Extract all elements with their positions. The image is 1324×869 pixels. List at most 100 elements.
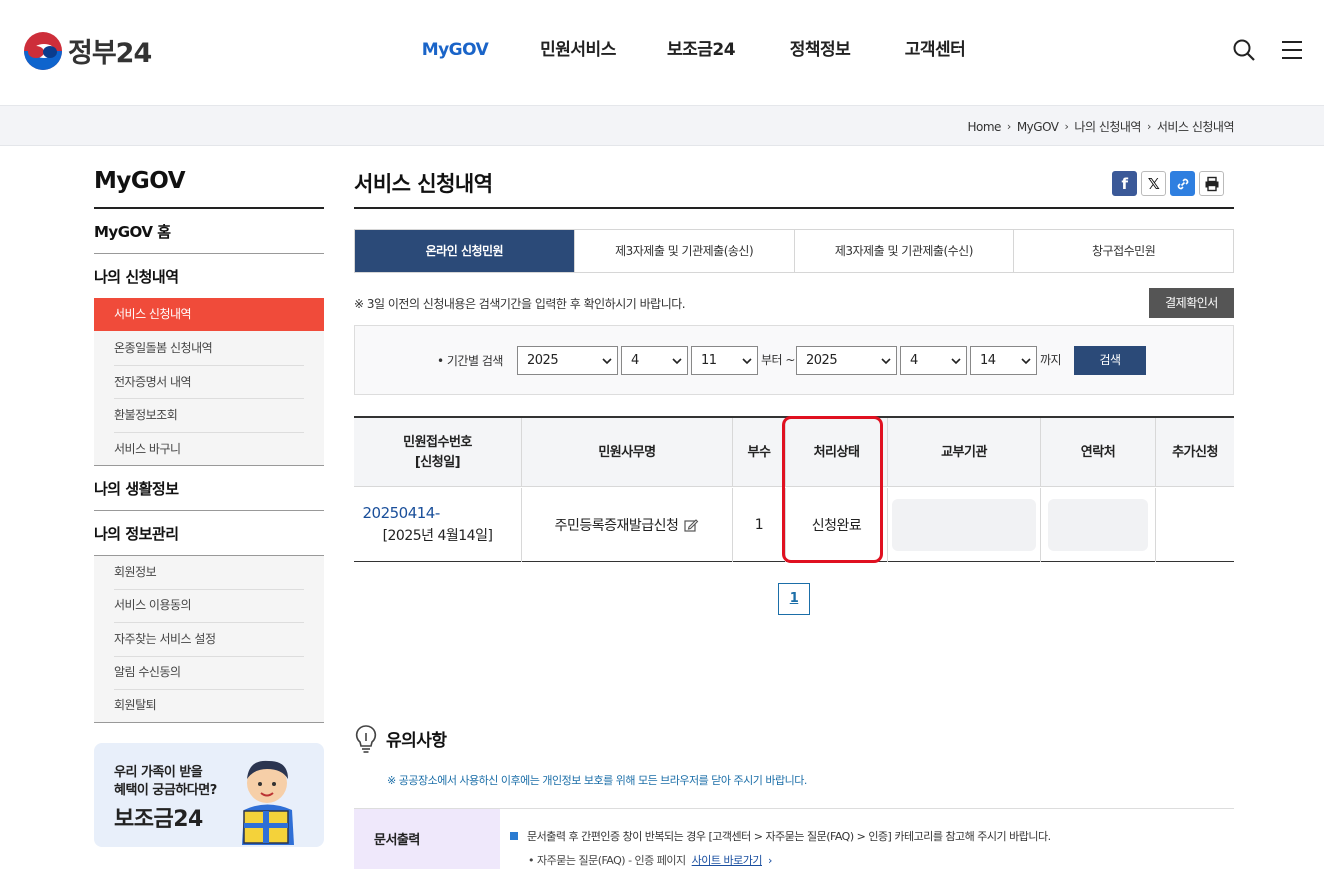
chevron-down-icon (1021, 358, 1031, 365)
sidebar-sub-member-info[interactable]: 회원정보 (94, 556, 324, 589)
nav-customer-center[interactable]: 고객센터 (880, 36, 990, 64)
chevron-right-icon: › (768, 854, 772, 867)
chevron-down-icon (951, 358, 961, 365)
breadcrumb-bar: Home › MyGOV › 나의 신청내역 › 서비스 신청내역 (0, 106, 1324, 146)
divider (94, 207, 324, 209)
sidebar-item-mygov-home[interactable]: MyGOV 홈 (94, 221, 324, 242)
notes-row-label: 문서출력 (354, 809, 500, 869)
header-service-name: 민원사무명 (521, 418, 732, 487)
search-icon[interactable] (1232, 38, 1256, 62)
tab-counter-applications[interactable]: 창구접수민원 (1013, 230, 1233, 272)
to-month-select[interactable]: 4 (900, 346, 967, 375)
service-name[interactable]: 주민등록증재발급신청 (555, 515, 679, 535)
x-icon[interactable]: 𝕏 (1141, 171, 1166, 196)
facebook-icon[interactable]: f (1112, 171, 1137, 196)
main-nav: MyGOV 민원서비스 보조금24 정책정보 고객센터 (396, 36, 990, 64)
from-month-select[interactable]: 4 (621, 346, 688, 375)
payment-confirmation-button[interactable]: 결제확인서 (1149, 288, 1234, 318)
tab-online-applications[interactable]: 온라인 신청민원 (355, 230, 574, 272)
redacted-block (1048, 499, 1148, 551)
subsidy24-banner[interactable]: 우리 가족이 받을 혜택이 궁금하다면? 보조금24 (94, 743, 324, 847)
from-suffix: 부터 ~ (761, 353, 795, 367)
from-year-select[interactable]: 2025 (517, 346, 618, 375)
banner-line2: 혜택이 궁금하다면? (114, 783, 217, 798)
cell-additional-request (1155, 488, 1234, 562)
notes-faq-text: • 자주묻는 질문(FAQ) - 인증 페이지 (528, 854, 686, 867)
from-day-select[interactable]: 11 (691, 346, 758, 375)
notes-privacy-notice: ※ 공공장소에서 사용하신 이후에는 개인정보 보호를 위해 모든 브라우저를 … (387, 774, 807, 787)
divider (94, 253, 324, 254)
page-button-1[interactable]: 1 (778, 583, 810, 615)
sidebar-sub-service-basket[interactable]: 서비스 바구니 (94, 433, 324, 466)
nav-subsidy24[interactable]: 보조금24 (642, 36, 760, 64)
header-additional-request: 추가신청 (1155, 418, 1234, 487)
divider (94, 465, 324, 466)
taegeuk-logo-icon (24, 31, 62, 70)
notes-row-faq: • 자주묻는 질문(FAQ) - 인증 페이지 사이트 바로가기 › (528, 852, 772, 868)
divider (354, 207, 1234, 209)
site-logo[interactable]: 정부24 (24, 31, 152, 70)
tab-third-party-received[interactable]: 제3자제출 및 기관제출(수신) (793, 230, 1014, 272)
logo-text: 정부24 (68, 38, 152, 69)
header-copies: 부수 (732, 418, 785, 487)
chevron-right-icon: › (1146, 120, 1151, 133)
nav-mygov[interactable]: MyGOV (396, 36, 514, 64)
breadcrumb-my-applications[interactable]: 나의 신청내역 (1074, 118, 1141, 135)
redacted-block (892, 499, 1036, 551)
header-receipt-number: 민원접수번호 [신청일] (403, 434, 472, 470)
chevron-down-icon (672, 358, 682, 365)
menu-icon[interactable] (1280, 38, 1304, 62)
to-day-select[interactable]: 14 (970, 346, 1037, 375)
divider (94, 722, 324, 723)
from-month-value: 4 (631, 353, 639, 368)
chevron-right-icon: › (1064, 120, 1069, 133)
to-year-value: 2025 (806, 353, 838, 368)
lightbulb-icon (355, 725, 377, 753)
chevron-down-icon (602, 358, 612, 365)
sidebar-sub-all-day-care[interactable]: 온종일돌봄 신청내역 (94, 332, 324, 365)
notes-row-text: 문서출력 후 간편인증 창이 반복되는 경우 [고객센터 > 자주묻는 질문(F… (510, 828, 1051, 844)
breadcrumb-home[interactable]: Home (967, 120, 1001, 134)
search-button[interactable]: 검색 (1074, 346, 1146, 375)
status-highlight-box (782, 416, 883, 563)
share-toolbar: f 𝕏 (1112, 171, 1224, 196)
application-tabs: 온라인 신청민원 제3자제출 및 기관제출(송신) 제3자제출 및 기관제출(수… (354, 229, 1234, 273)
from-day-value: 11 (701, 353, 717, 368)
breadcrumb: Home › MyGOV › 나의 신청내역 › 서비스 신청내역 (967, 118, 1234, 135)
chevron-right-icon: › (1006, 120, 1011, 133)
breadcrumb-mygov[interactable]: MyGOV (1017, 120, 1059, 134)
sidebar-sub-notification-consent[interactable]: 알림 수신동의 (94, 656, 324, 689)
cell-receipt: 20250414- [2025년 4월14일] (354, 488, 521, 562)
sidebar-item-info-management[interactable]: 나의 정보관리 (94, 523, 324, 544)
application-date: [2025년 4월14일] (382, 528, 493, 544)
nav-policy-info[interactable]: 정책정보 (760, 36, 880, 64)
cell-contact (1040, 488, 1155, 562)
from-year-value: 2025 (527, 353, 559, 368)
chevron-down-icon (881, 358, 891, 365)
nav-civil-service[interactable]: 민원서비스 (514, 36, 642, 64)
sidebar-sub-refund-info[interactable]: 환불정보조회 (94, 399, 324, 432)
sidebar-sub-e-certificates[interactable]: 전자증명서 내역 (94, 366, 324, 399)
sidebar-sub-service-consent[interactable]: 서비스 이용동의 (94, 589, 324, 622)
bullet-square-icon (510, 832, 518, 840)
to-year-select[interactable]: 2025 (796, 346, 897, 375)
banner-line3: 보조금24 (114, 807, 203, 832)
page-title: 서비스 신청내역 (354, 172, 493, 196)
sidebar-item-my-applications[interactable]: 나의 신청내역 (94, 266, 324, 287)
edit-note-icon[interactable] (683, 517, 699, 533)
print-icon[interactable] (1199, 171, 1224, 196)
sidebar-item-life-info[interactable]: 나의 생활정보 (94, 478, 324, 499)
sidebar-sub-withdraw[interactable]: 회원탈퇴 (94, 689, 324, 722)
cell-service-name: 주민등록증재발급신청 (521, 488, 732, 562)
sidebar-sub-service-applications[interactable]: 서비스 신청내역 (94, 298, 324, 331)
tab-third-party-sent[interactable]: 제3자제출 및 기관제출(송신) (573, 230, 794, 272)
chevron-down-icon (742, 358, 752, 365)
sidebar-title: MyGOV (94, 168, 186, 194)
banner-line1: 우리 가족이 받을 (114, 765, 203, 780)
site-shortcut-link[interactable]: 사이트 바로가기 (692, 854, 763, 867)
to-month-value: 4 (910, 353, 918, 368)
sidebar-sub-favorite-services[interactable]: 자주찾는 서비스 설정 (94, 623, 324, 656)
header-contact: 연락처 (1040, 418, 1155, 487)
link-icon[interactable] (1170, 171, 1195, 196)
receipt-number-link[interactable]: 20250414- (363, 502, 513, 525)
